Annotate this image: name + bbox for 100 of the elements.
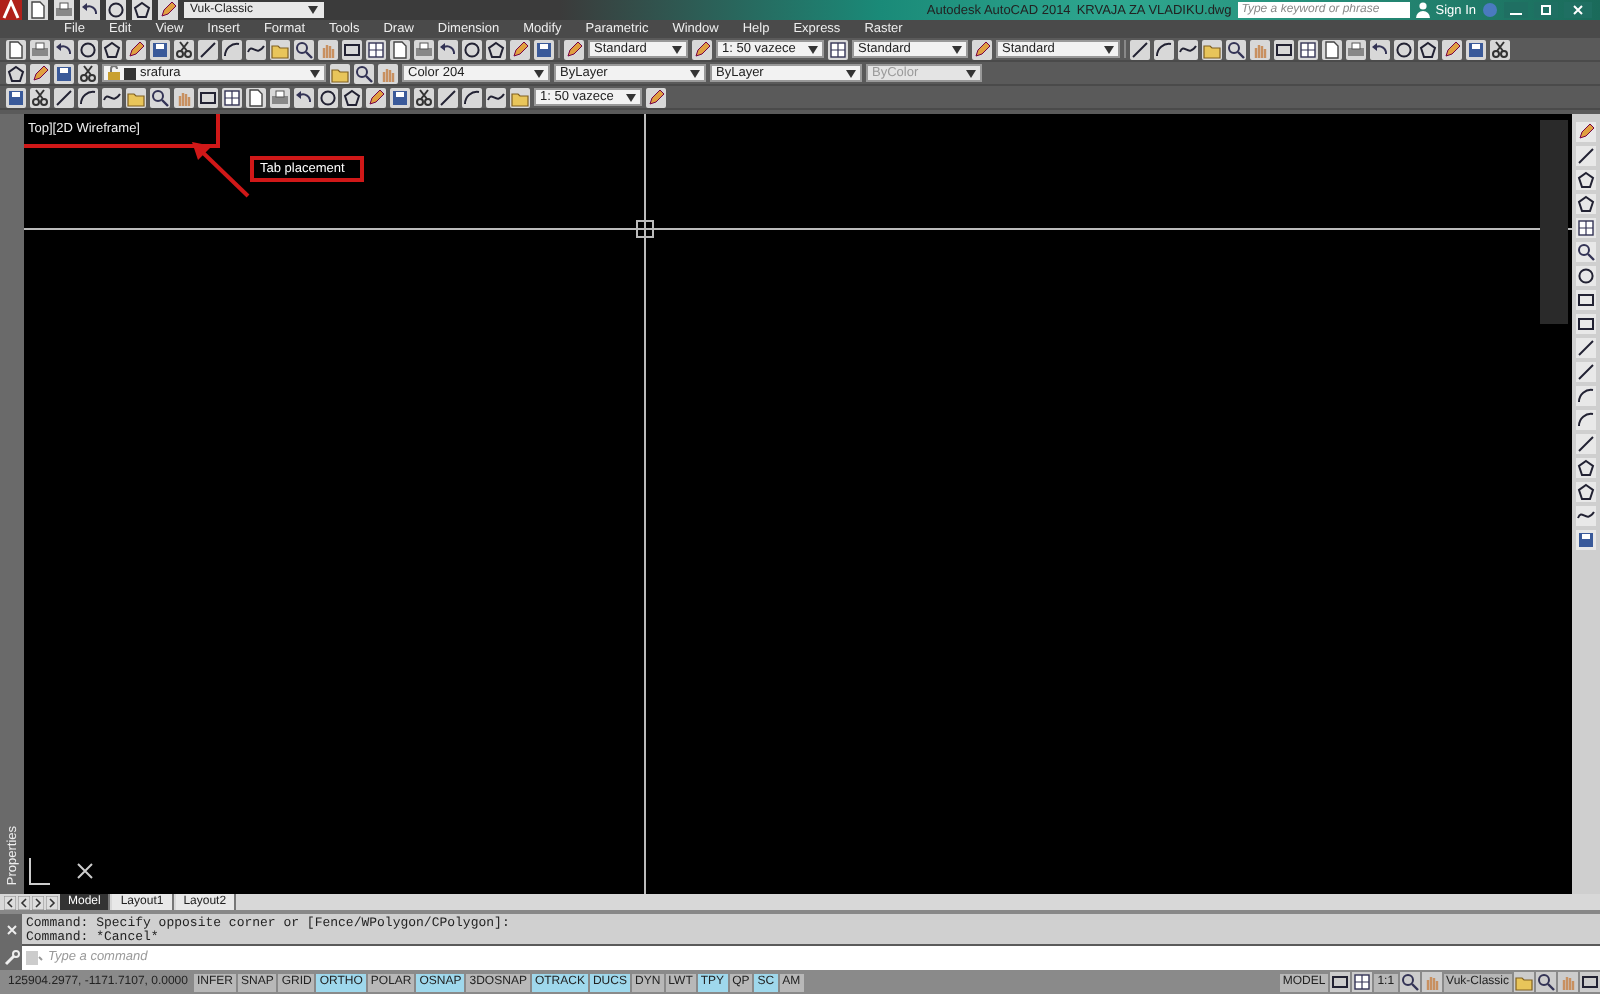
pencil-icon[interactable] — [1442, 39, 1462, 59]
line-icon[interactable] — [1576, 362, 1596, 382]
disk-icon[interactable] — [1576, 530, 1596, 550]
arc-icon[interactable] — [462, 87, 482, 107]
undo-arrow-icon[interactable] — [80, 0, 100, 20]
printer-icon[interactable] — [30, 39, 50, 59]
grid-icon[interactable] — [366, 39, 386, 59]
next-tab-arrow-icon[interactable] — [32, 895, 44, 909]
magnifier-icon[interactable] — [1536, 972, 1556, 992]
polygon-icon[interactable] — [342, 87, 362, 107]
spline-icon[interactable] — [1178, 39, 1198, 59]
scissors-icon[interactable] — [1490, 39, 1510, 59]
magnifier-icon[interactable] — [1399, 972, 1420, 992]
disk-icon[interactable] — [54, 63, 74, 83]
first-tab-arrow-icon[interactable] — [4, 895, 16, 909]
rectangle-icon[interactable] — [342, 39, 362, 59]
arc-icon[interactable] — [1576, 386, 1596, 406]
polygon-icon[interactable] — [132, 0, 152, 20]
polygon-icon[interactable] — [486, 39, 506, 59]
rectangle-icon[interactable] — [1274, 39, 1294, 59]
printer-icon[interactable] — [270, 87, 290, 107]
grid-icon[interactable] — [828, 39, 848, 59]
line-icon[interactable] — [1576, 146, 1596, 166]
disk-icon[interactable] — [534, 39, 554, 59]
line-icon[interactable] — [1130, 39, 1150, 59]
circle-icon[interactable] — [318, 87, 338, 107]
grid-icon[interactable] — [1576, 218, 1596, 238]
circle-icon[interactable] — [462, 39, 482, 59]
scissors-icon[interactable] — [78, 63, 98, 83]
scissors-icon[interactable] — [414, 87, 434, 107]
undo-arrow-icon[interactable] — [438, 39, 458, 59]
pencil-icon[interactable] — [692, 39, 712, 59]
magnifier-icon[interactable] — [1226, 39, 1246, 59]
spline-icon[interactable] — [486, 87, 506, 107]
page-icon[interactable] — [246, 87, 266, 107]
page-icon[interactable] — [28, 0, 48, 20]
folder-icon[interactable] — [510, 87, 530, 107]
circle-icon[interactable] — [1576, 266, 1596, 286]
line-icon[interactable] — [1576, 434, 1596, 454]
line-icon[interactable] — [1576, 338, 1596, 358]
magnifier-icon[interactable] — [294, 39, 314, 59]
polygon-icon[interactable] — [1576, 482, 1596, 502]
undo-arrow-icon[interactable] — [54, 39, 74, 59]
undo-arrow-icon[interactable] — [1370, 39, 1390, 59]
pencil-icon[interactable] — [30, 63, 50, 83]
polygon-icon[interactable] — [102, 39, 122, 59]
folder-icon[interactable] — [126, 87, 146, 107]
printer-icon[interactable] — [1346, 39, 1366, 59]
polygon-icon[interactable] — [6, 63, 26, 83]
scissors-icon[interactable] — [30, 87, 50, 107]
polygon-icon[interactable] — [1576, 170, 1596, 190]
grid-icon[interactable] — [1352, 972, 1373, 992]
magnifier-icon[interactable] — [354, 63, 374, 83]
rectangle-icon[interactable] — [198, 87, 218, 107]
line-icon[interactable] — [438, 87, 458, 107]
line-icon[interactable] — [54, 87, 74, 107]
spline-icon[interactable] — [102, 87, 122, 107]
rectangle-icon[interactable] — [1330, 972, 1351, 992]
circle-icon[interactable] — [78, 39, 98, 59]
circle-icon[interactable] — [106, 0, 126, 20]
printer-icon[interactable] — [54, 0, 74, 20]
disk-icon[interactable] — [1466, 39, 1486, 59]
disk-icon[interactable] — [390, 87, 410, 107]
previous-tab-arrow-icon[interactable] — [18, 895, 30, 909]
arc-icon[interactable] — [78, 87, 98, 107]
spline-icon[interactable] — [1576, 506, 1596, 526]
polygon-icon[interactable] — [1576, 458, 1596, 478]
pencil-icon[interactable] — [1576, 122, 1596, 142]
undo-arrow-icon[interactable] — [294, 87, 314, 107]
app-logo-icon[interactable] — [0, 0, 22, 20]
line-icon[interactable] — [198, 39, 218, 59]
rectangle-icon[interactable] — [1580, 972, 1600, 992]
grid-icon[interactable] — [222, 87, 242, 107]
disk-icon[interactable] — [150, 39, 170, 59]
arc-icon[interactable] — [1576, 410, 1596, 430]
arc-icon[interactable] — [222, 39, 242, 59]
folder-icon[interactable] — [330, 63, 350, 83]
scissors-icon[interactable] — [174, 39, 194, 59]
grid-icon[interactable] — [1298, 39, 1318, 59]
magnifier-icon[interactable] — [150, 87, 170, 107]
page-icon[interactable] — [390, 39, 410, 59]
spline-icon[interactable] — [246, 39, 266, 59]
minimize-icon[interactable] — [1504, 2, 1528, 18]
magnifier-icon[interactable] — [1576, 242, 1596, 262]
circle-icon[interactable] — [1394, 39, 1414, 59]
last-tab-arrow-icon[interactable] — [46, 895, 58, 909]
pencil-icon[interactable] — [646, 87, 666, 107]
pencil-icon[interactable] — [510, 39, 530, 59]
pencil-icon[interactable] — [158, 0, 178, 20]
pencil-icon[interactable] — [972, 39, 992, 59]
polygon-icon[interactable] — [1418, 39, 1438, 59]
folder-icon[interactable] — [270, 39, 290, 59]
page-icon[interactable] — [1322, 39, 1342, 59]
folder-icon[interactable] — [1202, 39, 1222, 59]
pencil-icon[interactable] — [564, 39, 584, 59]
wrench-icon[interactable] — [3, 949, 19, 965]
polygon-icon[interactable] — [1576, 194, 1596, 214]
pencil-icon[interactable] — [126, 39, 146, 59]
printer-icon[interactable] — [414, 39, 434, 59]
disk-icon[interactable] — [6, 87, 26, 107]
